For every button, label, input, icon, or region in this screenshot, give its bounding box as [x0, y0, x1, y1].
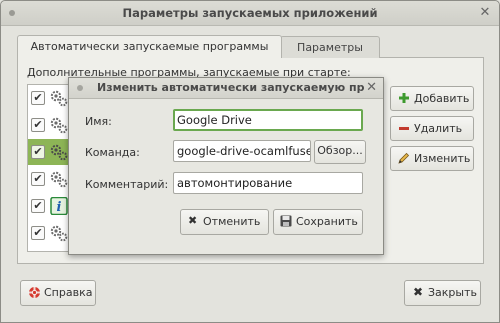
- floppy-save-icon: [280, 215, 292, 227]
- info-icon: i: [50, 197, 68, 215]
- svg-text:i: i: [57, 200, 62, 215]
- dialog-menu-icon[interactable]: [77, 85, 83, 91]
- comment-field[interactable]: автомонтирование: [173, 172, 363, 194]
- dialog-close-icon[interactable]: ✕: [366, 80, 377, 95]
- window-titlebar[interactable]: Параметры запускаемых приложений ✕: [1, 1, 499, 26]
- gears-icon: [50, 90, 68, 107]
- gears-icon: [50, 144, 68, 161]
- enabled-checkbox[interactable]: ✔: [31, 118, 45, 132]
- tab-startup-programs[interactable]: Автоматически запускаемые программы: [17, 35, 282, 58]
- close-button-label: Закрыть: [428, 286, 477, 299]
- comment-label: Комментарий:: [85, 178, 169, 191]
- enabled-checkbox[interactable]: ✔: [31, 226, 45, 240]
- enabled-checkbox[interactable]: ✔: [31, 145, 45, 159]
- gears-icon: [50, 117, 68, 134]
- enabled-checkbox[interactable]: ✔: [31, 199, 45, 213]
- browse-button[interactable]: Обзор...: [314, 140, 366, 164]
- cancel-button-label: Отменить: [203, 215, 261, 228]
- help-button-label: Справка: [44, 286, 93, 299]
- save-button[interactable]: Сохранить: [273, 209, 363, 235]
- dialog-title: Изменить автоматически запускаемую пр: [97, 81, 365, 94]
- name-label: Имя:: [85, 115, 112, 128]
- plus-icon: [399, 93, 409, 103]
- dialog-titlebar[interactable]: Изменить автоматически запускаемую пр ✕: [69, 78, 383, 99]
- command-field[interactable]: google-drive-ocamlfuse: [173, 140, 311, 162]
- tab-options[interactable]: Параметры: [280, 36, 380, 58]
- name-field[interactable]: Google Drive: [173, 109, 363, 131]
- remove-button[interactable]: Удалить: [390, 116, 474, 141]
- help-button[interactable]: Справка: [20, 280, 96, 306]
- edit-button-label: Изменить: [414, 152, 471, 165]
- command-label: Команда:: [85, 146, 140, 159]
- gears-icon: [50, 225, 68, 242]
- cancel-button[interactable]: ✖ Отменить: [180, 209, 269, 235]
- close-icon: ✖: [413, 285, 424, 299]
- cancel-icon: ✖: [188, 214, 198, 227]
- gears-icon: [50, 171, 68, 188]
- minus-icon: [399, 127, 409, 130]
- add-button-label: Добавить: [414, 92, 470, 105]
- edit-button[interactable]: Изменить: [390, 146, 474, 171]
- help-lifebuoy-icon: [28, 286, 41, 299]
- enabled-checkbox[interactable]: ✔: [31, 91, 45, 105]
- window-close-icon[interactable]: ✕: [477, 5, 493, 21]
- enabled-checkbox[interactable]: ✔: [31, 172, 45, 186]
- close-button[interactable]: ✖ Закрыть: [404, 280, 481, 306]
- add-button[interactable]: Добавить: [390, 86, 474, 111]
- remove-button-label: Удалить: [414, 122, 463, 135]
- save-button-label: Сохранить: [296, 215, 358, 228]
- window-title: Параметры запускаемых приложений: [122, 6, 378, 20]
- pencil-icon: [398, 152, 410, 164]
